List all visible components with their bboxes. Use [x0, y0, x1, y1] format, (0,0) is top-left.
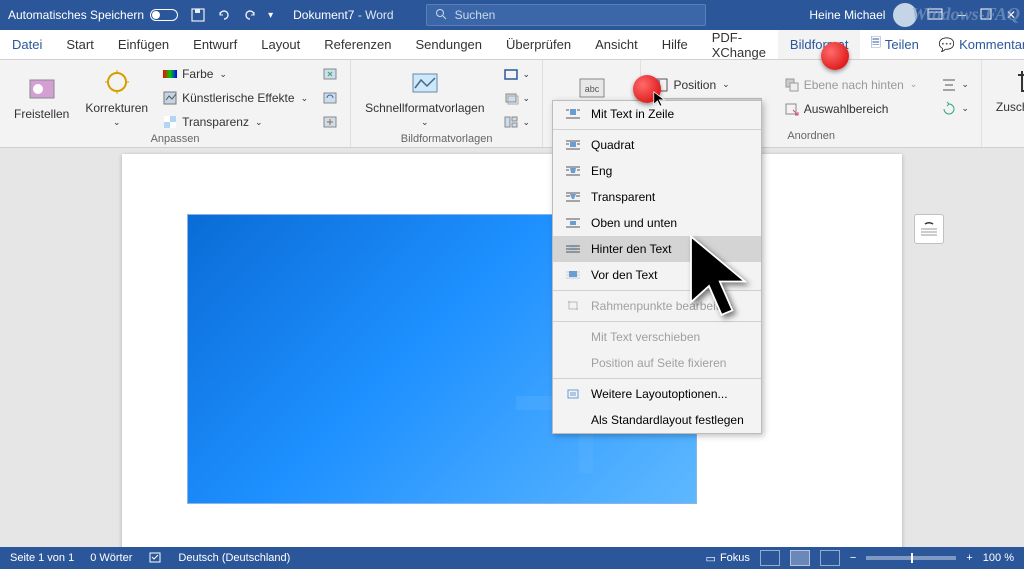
user-name: Heine Michael — [809, 8, 885, 22]
remove-bg-icon — [26, 74, 58, 106]
crop-icon — [1014, 67, 1024, 99]
wrap-tight-icon — [565, 165, 581, 177]
menu-transparent[interactable]: Transparent — [553, 184, 761, 210]
tab-start[interactable]: Start — [54, 30, 105, 59]
tab-layout[interactable]: Layout — [249, 30, 312, 59]
ebene-hinten-button[interactable]: Ebene nach hinten — [780, 74, 922, 96]
status-lang[interactable]: Deutsch (Deutschland) — [178, 552, 290, 564]
tab-einfuegen[interactable]: Einfügen — [106, 30, 181, 59]
qat-more[interactable]: ▾ — [268, 10, 273, 21]
wrap-behind-icon — [565, 243, 581, 255]
document-title: Dokument7 - Word — [293, 8, 394, 22]
zoom-level[interactable]: 100 % — [983, 552, 1014, 564]
rotate-icon[interactable]: ⌄ — [937, 98, 973, 120]
zuschneiden-button[interactable]: Zuschneiden⌄ — [990, 63, 1024, 130]
document-area — [0, 148, 1024, 547]
transparenz-button[interactable]: Transparenz — [158, 111, 312, 133]
menu-fixieren: Position auf Seite fixieren — [553, 350, 761, 376]
group-bildformat: Bildformatvorlagen — [359, 133, 534, 147]
view-web-icon[interactable] — [820, 550, 840, 566]
change-pic-icon[interactable] — [318, 87, 342, 109]
view-print-icon[interactable] — [790, 550, 810, 566]
menu-weitere[interactable]: Weitere Layoutoptionen... — [553, 381, 761, 407]
svg-text:abc: abc — [585, 84, 600, 94]
effects-icon — [162, 90, 178, 106]
view-read-icon[interactable] — [760, 550, 780, 566]
ribbon-tabs: Datei Start Einfügen Entwurf Layout Refe… — [0, 30, 1024, 60]
styles-icon — [409, 68, 441, 100]
large-cursor-icon — [682, 232, 772, 322]
menu-verschieben: Mit Text verschieben — [553, 324, 761, 350]
tab-ansicht[interactable]: Ansicht — [583, 30, 650, 59]
send-back-icon — [784, 77, 800, 93]
proofing-icon[interactable] — [148, 550, 162, 567]
ribbon: Freistellen Korrekturen⌄ Farbe Künstleri… — [0, 60, 1024, 148]
save-icon[interactable] — [190, 7, 206, 23]
title-bar: Automatisches Speichern ▾ Dokument7 - Wo… — [0, 0, 1024, 30]
share-icon: 🗏 — [870, 34, 880, 56]
cursor-icon — [652, 90, 670, 108]
border-icon[interactable]: ⌄ — [499, 63, 535, 85]
effekte-button[interactable]: Künstlerische Effekte — [158, 87, 312, 109]
search-placeholder: Suchen — [455, 8, 496, 22]
autosave-toggle[interactable]: Automatisches Speichern — [8, 8, 178, 22]
redo-icon[interactable] — [242, 7, 258, 23]
tab-ueberpruefen[interactable]: Überprüfen — [494, 30, 583, 59]
share-button[interactable]: 🗏Teilen — [860, 34, 928, 56]
align-icon[interactable]: ⌄ — [937, 74, 973, 96]
group-groesse: Größe — [990, 130, 1024, 144]
tab-referenzen[interactable]: Referenzen — [312, 30, 403, 59]
layout-icon[interactable]: ⌄ — [499, 111, 535, 133]
farbe-button[interactable]: Farbe — [158, 63, 312, 85]
auswahlbereich-button[interactable]: Auswahlbereich — [780, 98, 922, 120]
quick-access-toolbar: ▾ — [190, 7, 273, 23]
color-icon — [162, 66, 178, 82]
wrap-inline-icon — [565, 108, 581, 120]
wrap-front-icon — [565, 269, 581, 281]
zoom-in-icon[interactable]: + — [966, 552, 972, 564]
toggle-icon[interactable] — [150, 9, 178, 21]
korrekturen-button[interactable]: Korrekturen⌄ — [79, 64, 154, 131]
tab-hilfe[interactable]: Hilfe — [650, 30, 700, 59]
autosave-label: Automatisches Speichern — [8, 8, 144, 22]
transparency-icon — [162, 114, 178, 130]
reset-pic-icon[interactable] — [318, 111, 342, 133]
fokus-icon: ▭ — [706, 552, 716, 565]
selection-icon — [784, 101, 800, 117]
page[interactable] — [122, 154, 902, 547]
status-page[interactable]: Seite 1 von 1 — [10, 552, 74, 564]
menu-quadrat[interactable]: Quadrat — [553, 132, 761, 158]
zoom-out-icon[interactable]: − — [850, 552, 856, 564]
group-anpassen: Anpassen — [8, 133, 342, 147]
wrap-square-icon — [565, 139, 581, 151]
schnellformat-button[interactable]: Schnellformatvorlagen⌄ — [359, 64, 490, 131]
undo-icon[interactable] — [216, 7, 232, 23]
edit-points-icon — [565, 300, 581, 312]
effects2-icon[interactable]: ⌄ — [499, 87, 535, 109]
tab-datei[interactable]: Datei — [0, 30, 54, 59]
more-options-icon — [565, 388, 581, 400]
menu-eng[interactable]: Eng — [553, 158, 761, 184]
tab-sendungen[interactable]: Sendungen — [404, 30, 495, 59]
fokus-button[interactable]: ▭Fokus — [706, 552, 750, 565]
corrections-icon — [101, 68, 133, 100]
user-account[interactable]: Heine Michael — [809, 3, 917, 27]
tab-pdf-xchange[interactable]: PDF-XChange — [700, 30, 778, 59]
search-icon — [435, 8, 447, 23]
watermark: Windows-FAQ — [911, 4, 1020, 25]
search-box[interactable]: Suchen — [426, 4, 706, 26]
compress-icon[interactable] — [318, 63, 342, 85]
highlight-marker-2 — [821, 42, 849, 70]
wrap-topbottom-icon — [565, 217, 581, 229]
zoom-slider[interactable] — [866, 556, 956, 560]
status-bar: Seite 1 von 1 0 Wörter Deutsch (Deutschl… — [0, 547, 1024, 569]
status-words[interactable]: 0 Wörter — [90, 552, 132, 564]
wrap-through-icon — [565, 191, 581, 203]
comment-icon: 💬 — [939, 37, 955, 53]
layout-options-button[interactable] — [914, 214, 944, 244]
menu-standard[interactable]: Als Standardlayout festlegen — [553, 407, 761, 433]
comments-button[interactable]: 💬Kommentare — [929, 37, 1024, 53]
freistellen-button[interactable]: Freistellen — [8, 70, 75, 125]
tab-entwurf[interactable]: Entwurf — [181, 30, 249, 59]
